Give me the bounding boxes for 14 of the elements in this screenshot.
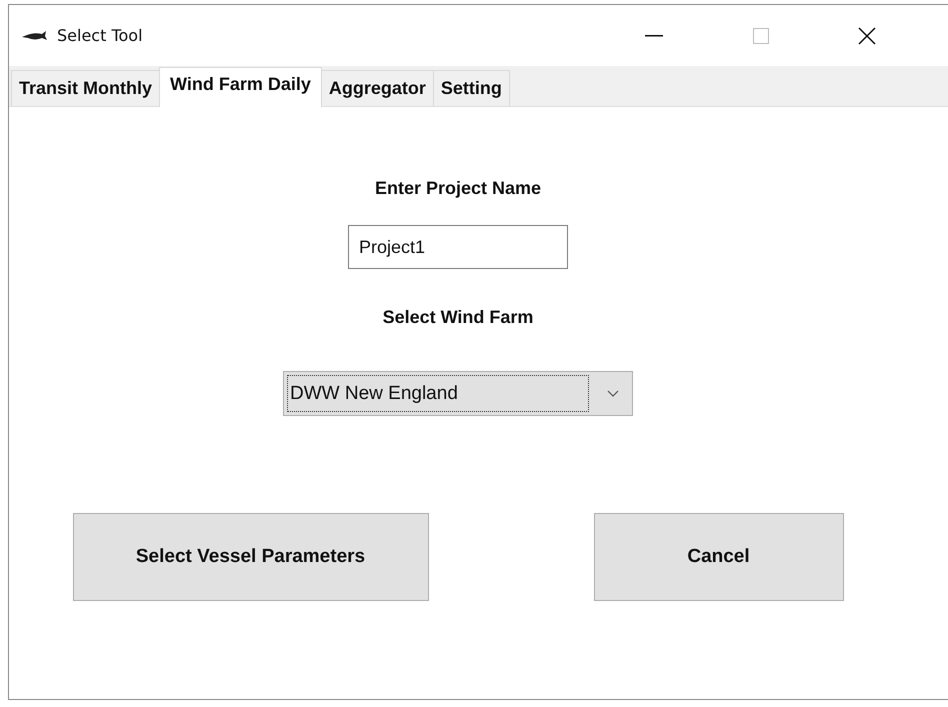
fish-icon	[21, 30, 47, 42]
project-name-field[interactable]: Project1	[348, 225, 568, 269]
project-name-label: Enter Project Name	[374, 178, 542, 199]
wind-farm-dropdown[interactable]: DWW New England	[283, 371, 633, 416]
chevron-down-icon	[607, 390, 619, 397]
wind-farm-label: Select Wind Farm	[382, 307, 534, 328]
tab[interactable]: Wind Farm Daily	[159, 67, 322, 107]
minimize-icon[interactable]	[645, 34, 663, 36]
close-icon[interactable]	[858, 26, 876, 44]
cancel-button[interactable]: Cancel	[594, 513, 844, 601]
tab[interactable]: Setting	[432, 70, 510, 106]
tab[interactable]: Transit Monthly	[11, 70, 160, 106]
window-title: Select Tool	[57, 26, 143, 45]
select-vessel-parameters-button[interactable]: Select Vessel Parameters	[72, 513, 428, 601]
